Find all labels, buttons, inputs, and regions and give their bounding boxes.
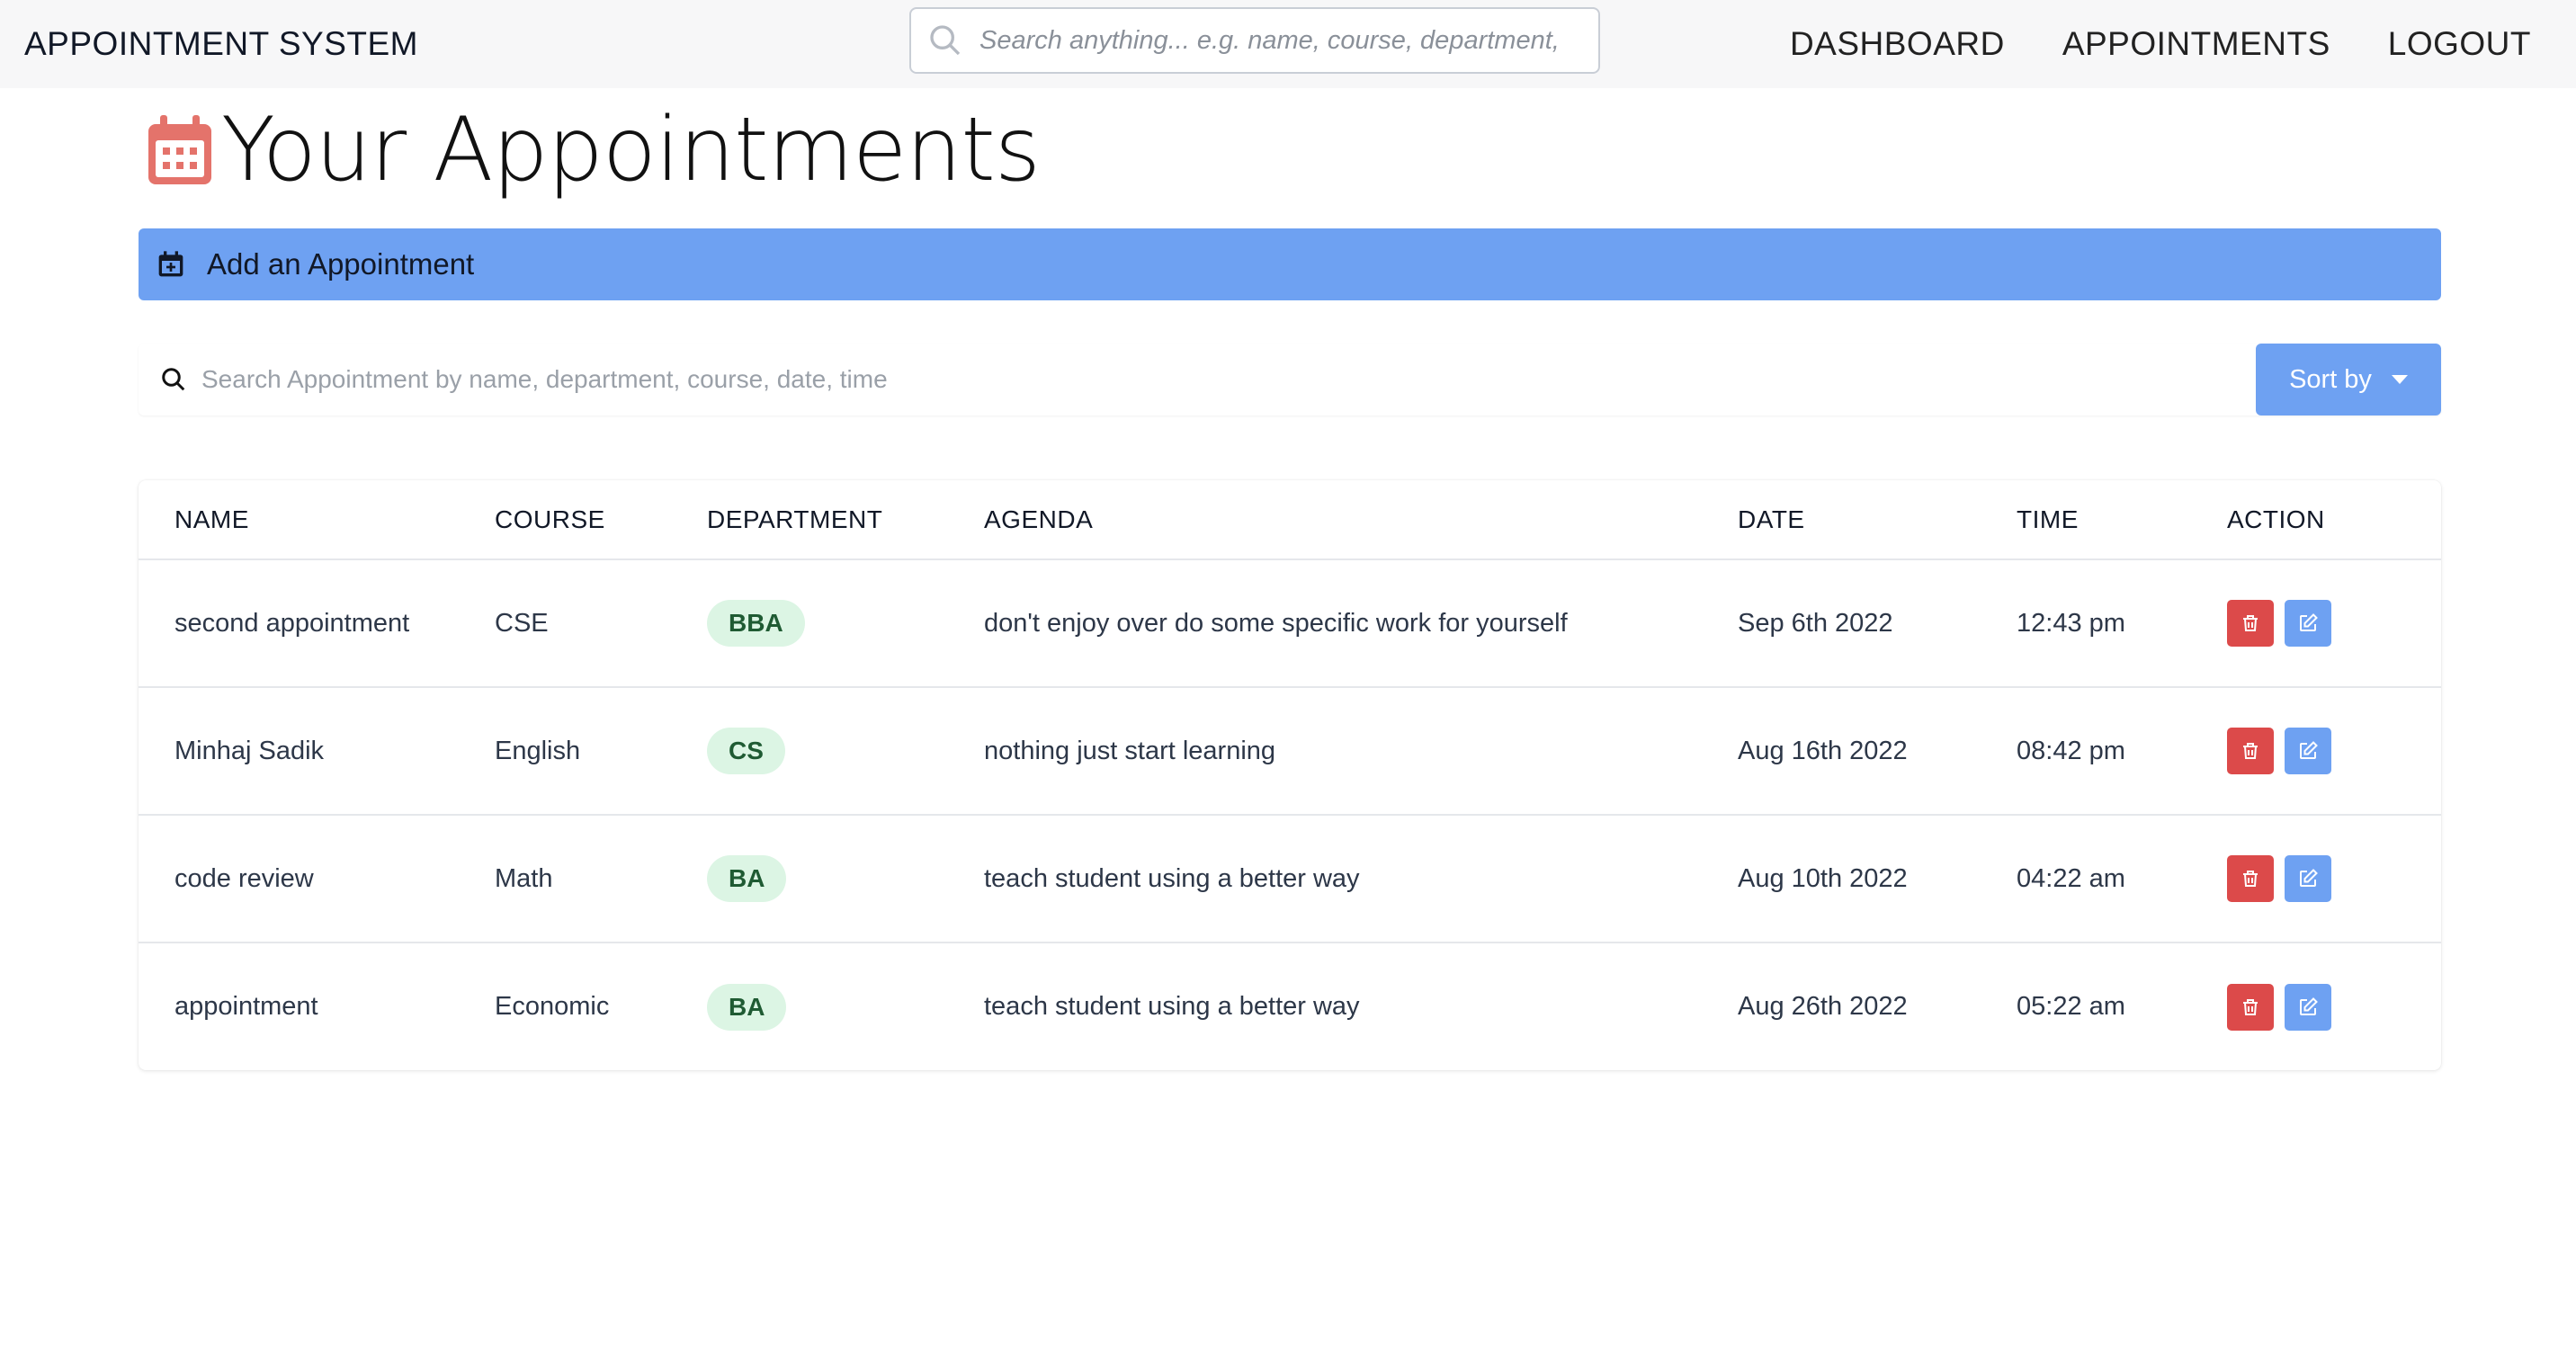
cell-department: BA (707, 815, 984, 943)
delete-button[interactable] (2227, 728, 2274, 774)
edit-button[interactable] (2285, 600, 2331, 647)
cell-date: Aug 10th 2022 (1738, 815, 2017, 943)
sort-by-label: Sort by (2289, 364, 2372, 394)
page-title: Your Appointments (221, 99, 1041, 201)
search-icon (162, 368, 185, 391)
row-actions (2227, 728, 2441, 774)
nav-links: DASHBOARD APPOINTMENTS LOGOUT (1790, 0, 2531, 88)
edit-icon (2300, 869, 2318, 887)
table-header-row: NAME COURSE DEPARTMENT AGENDA DATE TIME … (139, 480, 2441, 560)
cell-course: English (495, 687, 707, 816)
search-icon (930, 25, 961, 56)
calendar-icon (148, 115, 211, 184)
column-header-action: ACTION (2227, 480, 2441, 560)
appointments-table: NAME COURSE DEPARTMENT AGENDA DATE TIME … (139, 480, 2441, 1070)
cell-course: CSE (495, 559, 707, 688)
cell-course: Economic (495, 992, 610, 1021)
edit-icon (2300, 613, 2318, 631)
cell-time: 05:22 am (2017, 992, 2125, 1021)
nav-link-logout[interactable]: LOGOUT (2388, 25, 2531, 63)
navbar: APPOINTMENT SYSTEM DASHBOARD APPOINTMENT… (0, 0, 2576, 88)
row-actions (2227, 983, 2441, 1031)
nav-link-dashboard[interactable]: DASHBOARD (1790, 25, 2005, 63)
cell-course: Math (495, 815, 707, 943)
trash-icon (2243, 743, 2258, 759)
app-title[interactable]: APPOINTMENT SYSTEM (24, 0, 418, 88)
cell-name: appointment (174, 992, 318, 1021)
delete-button[interactable] (2227, 855, 2274, 902)
cell-date: Sep 6th 2022 (1738, 559, 2017, 688)
page-header: Your Appointments (146, 99, 1041, 201)
delete-button[interactable] (2227, 600, 2274, 647)
column-header-date[interactable]: DATE (1738, 480, 2017, 560)
cell-name: code review (139, 815, 495, 943)
cell-time: 12:43 pm (2017, 559, 2227, 688)
trash-icon (2243, 615, 2258, 631)
edit-button[interactable] (2285, 983, 2331, 1031)
cell-action (2227, 943, 2441, 1070)
cell-date: Aug 16th 2022 (1738, 687, 2017, 816)
cell-time: 08:42 pm (2017, 687, 2227, 816)
cell-agenda: teach student using a better way (984, 815, 1738, 943)
table-row[interactable]: Minhaj Sadik English CS nothing just sta… (139, 687, 2441, 816)
nav-link-appointments[interactable]: APPOINTMENTS (2062, 25, 2330, 63)
global-search[interactable] (909, 7, 1600, 74)
table-row[interactable]: appointment Economic BA teach student us… (139, 943, 2441, 1070)
trash-icon (2243, 871, 2258, 887)
cell-time: 04:22 am (2017, 815, 2227, 943)
edit-icon (2300, 996, 2318, 1015)
row-actions (2227, 855, 2441, 902)
edit-icon (2300, 741, 2318, 759)
add-appointment-button[interactable]: Add an Appointment (139, 228, 2441, 300)
edit-button[interactable] (2285, 855, 2331, 902)
table-row[interactable]: second appointment CSE BBA don't enjoy o… (139, 559, 2441, 688)
department-badge: BA (707, 983, 787, 1031)
column-header-name[interactable]: NAME (139, 480, 495, 560)
sort-by-button[interactable]: Sort by (2256, 344, 2441, 415)
cell-department: CS (707, 687, 984, 816)
cell-action (2227, 559, 2441, 688)
edit-button[interactable] (2285, 728, 2331, 774)
cell-name: Minhaj Sadik (139, 687, 495, 816)
cell-date: Aug 26th 2022 (1738, 992, 1908, 1021)
department-badge: CS (707, 728, 785, 774)
delete-button[interactable] (2227, 983, 2274, 1031)
appointment-search-input[interactable] (201, 365, 2180, 394)
cell-department: BA (707, 943, 984, 1070)
cell-action (2227, 815, 2441, 943)
appointment-search-bar: Sort by (139, 344, 2441, 415)
cell-department: BBA (707, 559, 984, 688)
column-header-time[interactable]: TIME (2017, 480, 2227, 560)
row-actions (2227, 600, 2441, 647)
calendar-plus-icon (158, 251, 183, 277)
caret-down-icon (2391, 375, 2408, 384)
trash-icon (2243, 998, 2258, 1015)
column-header-course[interactable]: COURSE (495, 480, 707, 560)
table-row[interactable]: code review Math BA teach student using … (139, 815, 2441, 943)
add-appointment-label: Add an Appointment (207, 247, 475, 281)
column-header-department[interactable]: DEPARTMENT (707, 480, 984, 560)
department-badge: BA (707, 855, 787, 902)
cell-action (2227, 687, 2441, 816)
department-badge: BBA (707, 600, 805, 647)
column-header-agenda[interactable]: AGENDA (984, 480, 1738, 560)
cell-agenda: don't enjoy over do some specific work f… (984, 559, 1738, 688)
cell-name: second appointment (139, 559, 495, 688)
global-search-input[interactable] (979, 25, 1573, 56)
cell-agenda: teach student using a better way (984, 992, 1360, 1021)
cell-agenda: nothing just start learning (984, 687, 1738, 816)
